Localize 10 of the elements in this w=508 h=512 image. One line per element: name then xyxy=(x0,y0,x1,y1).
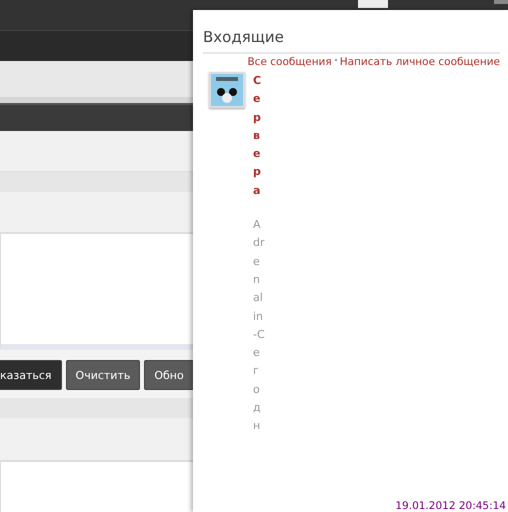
inbox-link[interactable]: Написать личное сообщение xyxy=(340,56,500,68)
avatar-image xyxy=(209,72,245,108)
top-button[interactable] xyxy=(358,0,388,8)
popup-title: Входящие xyxy=(203,10,500,54)
inbox-link[interactable]: Все сообщения xyxy=(247,56,332,68)
action-button[interactable]: Обно xyxy=(144,360,194,390)
action-button[interactable]: казаться xyxy=(0,360,62,390)
message-sender[interactable]: Сервера xyxy=(253,72,262,200)
message-time: 19.01.2012 20:45:14 xyxy=(395,500,506,512)
action-button[interactable]: Очистить xyxy=(66,360,140,390)
